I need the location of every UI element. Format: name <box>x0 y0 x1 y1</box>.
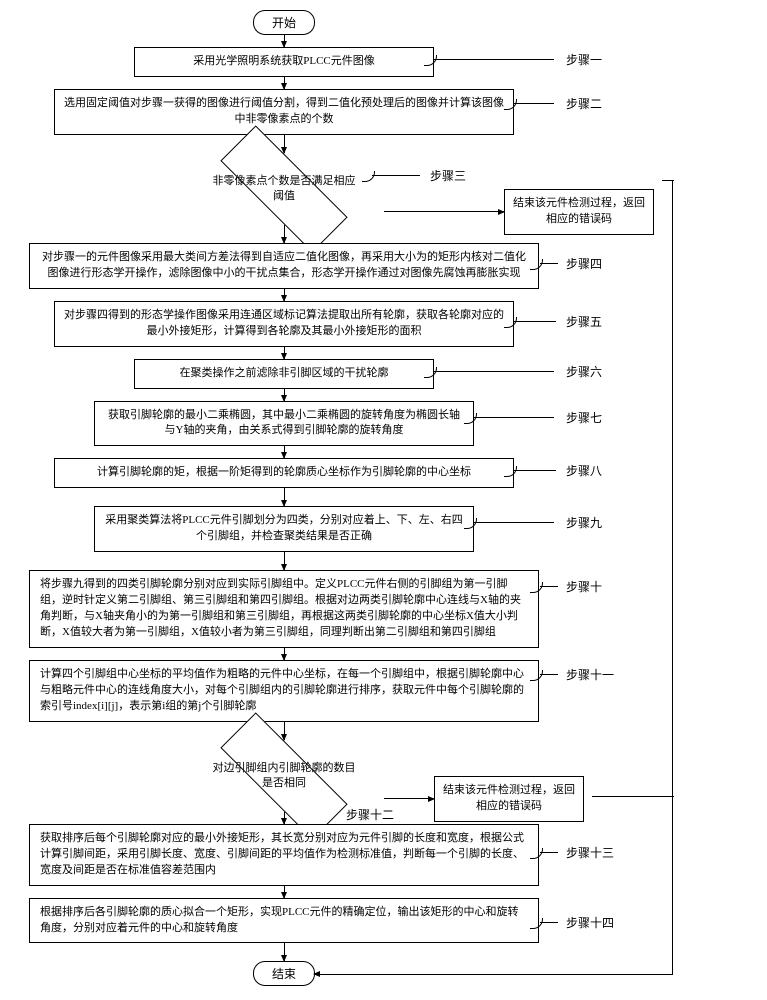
leader-line <box>372 175 420 176</box>
row-step-7: 获取引脚轮廓的最小二乘椭圆，其中最小二乘椭圆的旋转角度为椭圆长轴与Y轴的夹角，由… <box>14 401 554 447</box>
flowchart: 开始 采用光学照明系统获取PLCC元件图像 步骤一 选用固定阈值对步骤一获得的图… <box>14 10 554 986</box>
return-rail <box>672 180 673 974</box>
leader-line <box>434 59 554 60</box>
rail-join <box>592 796 674 797</box>
terminal-start: 开始 <box>253 10 315 35</box>
label-step-5: 步骤五 <box>566 313 602 330</box>
error-box-1: 结束该元件检测过程，返回相应的错误码 <box>504 189 654 235</box>
arrow <box>284 77 285 89</box>
row-step-1: 采用光学照明系统获取PLCC元件图像 步骤一 <box>14 47 554 77</box>
leader-line <box>540 263 558 264</box>
rail-bottom <box>314 974 673 975</box>
process-step-5: 对步骤四得到的形态学操作图像采用连通区域标记算法提取出所有轮廓，获取各轮廓对应的… <box>54 301 514 347</box>
arrow <box>284 943 285 961</box>
error-box-2: 结束该元件检测过程，返回相应的错误码 <box>434 776 584 822</box>
leader-line <box>514 470 556 471</box>
arrow <box>284 886 285 898</box>
row-step-14: 根据排序后各引脚轮廓的质心拟合一个矩形，实现PLCC元件的精确定位，输出该矩形的… <box>14 898 554 944</box>
row-step-9: 采用聚类算法将PLCC元件引脚划分为四类，分别对应着上、下、左、右四个引脚组，并… <box>14 506 554 552</box>
process-step-1: 采用光学照明系统获取PLCC元件图像 <box>134 47 434 77</box>
terminal-end: 结束 <box>253 961 315 986</box>
arrow <box>284 446 285 458</box>
rail-join <box>662 180 674 181</box>
process-step-9: 采用聚类算法将PLCC元件引脚划分为四类，分别对应着上、下、左、右四个引脚组，并… <box>94 506 474 552</box>
arrow <box>384 798 434 799</box>
leader-line <box>540 674 558 675</box>
label-step-9: 步骤九 <box>566 514 602 531</box>
decision-step-12: 对边引脚组内引脚轮廓的数目是否相同 <box>184 740 384 812</box>
row-step-3: 非零像素点个数是否满足相应阈值 步骤三 结束该元件检测过程，返回相应的错误码 <box>14 153 554 225</box>
leader-line <box>434 371 554 372</box>
leader-line <box>474 522 554 523</box>
row-step-2: 选用固定阈值对步骤一获得的图像进行阈值分割，得到二值化预处理后的图像并计算该图像… <box>14 89 554 135</box>
arrow <box>284 35 285 47</box>
process-step-4: 对步骤一的元件图像采用最大类间方差法得到自适应二值化图像，再采用大小为的矩形内核… <box>29 243 539 289</box>
label-step-2: 步骤二 <box>566 95 602 112</box>
process-step-2: 选用固定阈值对步骤一获得的图像进行阈值分割，得到二值化预处理后的图像并计算该图像… <box>54 89 514 135</box>
label-step-4: 步骤四 <box>566 255 602 272</box>
row-step-11: 计算四个引脚组中心坐标的平均值作为粗略的元件中心坐标，在每一个引脚组中，根据引脚… <box>14 660 554 722</box>
arrow <box>284 347 285 359</box>
leader-line <box>474 417 554 418</box>
label-step-10: 步骤十 <box>566 578 602 595</box>
arrow <box>284 488 285 506</box>
arrow <box>284 812 285 824</box>
arrow <box>284 289 285 301</box>
arrow <box>284 389 285 401</box>
label-step-14: 步骤十四 <box>566 914 614 931</box>
leader-line <box>540 852 558 853</box>
arrow <box>284 225 285 243</box>
row-step-10: 将步骤九得到的四类引脚轮廓分别对应到实际引脚组中。定义PLCC元件右侧的引脚组为… <box>14 570 554 648</box>
leader-line <box>514 103 554 104</box>
row-step-5: 对步骤四得到的形态学操作图像采用连通区域标记算法提取出所有轮廓，获取各轮廓对应的… <box>14 301 554 347</box>
process-step-6: 在聚类操作之前滤除非引脚区域的干扰轮廓 <box>134 359 434 389</box>
arrow <box>284 722 285 740</box>
row-step-8: 计算引脚轮廓的矩，根据一阶矩得到的轮廓质心坐标作为引脚轮廓的中心坐标 步骤八 <box>14 458 554 488</box>
leader-line <box>540 922 558 923</box>
label-step-11: 步骤十一 <box>566 666 614 683</box>
process-step-11: 计算四个引脚组中心坐标的平均值作为粗略的元件中心坐标，在每一个引脚组中，根据引脚… <box>29 660 539 722</box>
label-step-6: 步骤六 <box>566 363 602 380</box>
process-step-8: 计算引脚轮廓的矩，根据一阶矩得到的轮廓质心坐标作为引脚轮廓的中心坐标 <box>54 458 514 488</box>
arrow <box>384 211 504 212</box>
label-step-1: 步骤一 <box>566 51 602 68</box>
leader-line <box>540 586 558 587</box>
label-step-8: 步骤八 <box>566 462 602 479</box>
decision-text: 对边引脚组内引脚轮廓的数目是否相同 <box>209 761 359 791</box>
row-step-6: 在聚类操作之前滤除非引脚区域的干扰轮廓 步骤六 <box>14 359 554 389</box>
row-step-13: 获取排序后每个引脚轮廓对应的最小外接矩形，其长宽分别对应为元件引脚的长度和宽度，… <box>14 824 554 886</box>
arrow <box>284 552 285 570</box>
label-step-7: 步骤七 <box>566 409 602 426</box>
arrow <box>284 135 285 153</box>
label-step-13: 步骤十三 <box>566 844 614 861</box>
arrow <box>284 648 285 660</box>
process-step-10: 将步骤九得到的四类引脚轮廓分别对应到实际引脚组中。定义PLCC元件右侧的引脚组为… <box>29 570 539 648</box>
row-step-4: 对步骤一的元件图像采用最大类间方差法得到自适应二值化图像，再采用大小为的矩形内核… <box>14 243 554 289</box>
process-step-7: 获取引脚轮廓的最小二乘椭圆，其中最小二乘椭圆的旋转角度为椭圆长轴与Y轴的夹角，由… <box>94 401 474 447</box>
row-step-12: 对边引脚组内引脚轮廓的数目是否相同 步骤十二 结束该元件检测过程，返回相应的错误… <box>14 740 554 812</box>
process-step-13: 获取排序后每个引脚轮廓对应的最小外接矩形，其长宽分别对应为元件引脚的长度和宽度，… <box>29 824 539 886</box>
decision-text: 非零像素点个数是否满足相应阈值 <box>209 174 359 204</box>
label-step-3: 步骤三 <box>430 167 466 184</box>
process-step-14: 根据排序后各引脚轮廓的质心拟合一个矩形，实现PLCC元件的精确定位，输出该矩形的… <box>29 898 539 944</box>
leader-line <box>514 321 556 322</box>
decision-step-3: 非零像素点个数是否满足相应阈值 <box>184 153 384 225</box>
